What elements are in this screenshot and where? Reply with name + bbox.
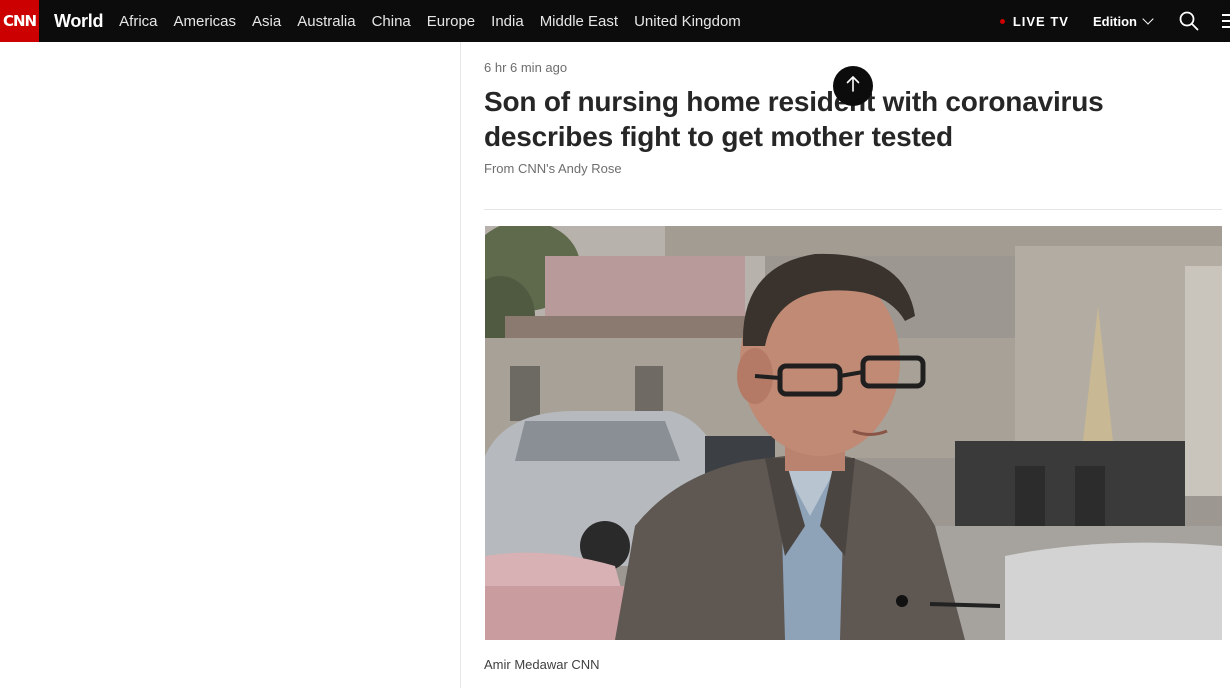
live-tv-link[interactable]: LIVE TV: [999, 13, 1069, 29]
horizontal-divider: [484, 209, 1222, 210]
utility-nav: LIVE TV Edition: [999, 0, 1230, 42]
scroll-to-top-button[interactable]: [833, 66, 873, 106]
nav-link-india[interactable]: India: [483, 13, 532, 30]
nav-link-americas[interactable]: Americas: [166, 13, 245, 30]
arrow-up-icon: [845, 75, 861, 98]
post-timestamp: 6 hr 6 min ago: [484, 60, 568, 75]
section-title[interactable]: World: [54, 11, 103, 32]
top-navigation-bar: CNN World Africa Americas Asia Australia…: [0, 0, 1230, 42]
nav-link-middle-east[interactable]: Middle East: [532, 13, 626, 30]
article-photo: [485, 226, 1222, 640]
search-icon[interactable]: [1178, 10, 1200, 32]
nav-link-australia[interactable]: Australia: [289, 13, 363, 30]
section-nav: Africa Americas Asia Australia China Eur…: [111, 13, 749, 30]
chevron-down-icon: [1142, 12, 1154, 25]
edition-label: Edition: [1092, 13, 1137, 29]
nav-link-united-kingdom[interactable]: United Kingdom: [626, 13, 749, 30]
edition-menu-button[interactable]: Edition: [1092, 12, 1154, 29]
logo-text: CNN: [2, 12, 37, 30]
menu-icon[interactable]: [1220, 10, 1230, 32]
post-byline: From CNN's Andy Rose: [484, 161, 622, 176]
nav-link-asia[interactable]: Asia: [244, 13, 289, 30]
nav-link-europe[interactable]: Europe: [419, 13, 483, 30]
photo-caption: Amir Medawar CNN: [484, 657, 600, 672]
live-dot-icon: [999, 18, 1005, 24]
live-tv-label: LIVE TV: [1012, 13, 1069, 29]
column-divider: [460, 42, 461, 688]
nav-link-africa[interactable]: Africa: [111, 13, 165, 30]
nav-link-china[interactable]: China: [364, 13, 419, 30]
cnn-logo[interactable]: CNN: [0, 0, 39, 42]
